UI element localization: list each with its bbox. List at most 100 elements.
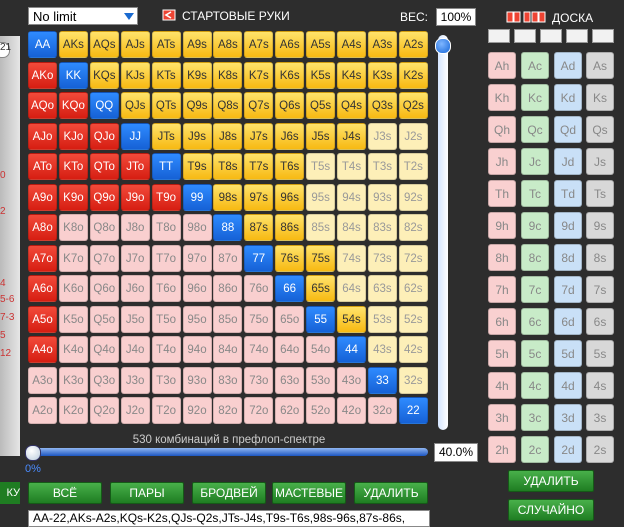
hand-cell[interactable]: Q2s: [398, 92, 428, 119]
hand-cell[interactable]: 65o: [275, 305, 305, 333]
board-card[interactable]: Ah: [488, 52, 516, 79]
hand-cell[interactable]: K9o: [58, 183, 88, 211]
hand-cell[interactable]: J5s: [306, 122, 336, 150]
hand-cell[interactable]: J9o: [120, 183, 150, 211]
hand-cell[interactable]: 64s: [337, 275, 366, 302]
hand-cell[interactable]: Q8s: [213, 92, 243, 119]
hand-cell[interactable]: 77: [244, 244, 274, 272]
board-card[interactable]: Tc: [521, 180, 549, 207]
hand-cell[interactable]: K3o: [58, 366, 88, 394]
hand-cell[interactable]: Q7o: [89, 244, 119, 272]
board-card[interactable]: Ks: [586, 84, 614, 111]
hand-cell[interactable]: 94s: [337, 183, 366, 211]
hand-cell[interactable]: KQs: [89, 61, 119, 89]
hand-cell[interactable]: TT: [151, 153, 181, 180]
hand-cell[interactable]: 43s: [367, 336, 397, 363]
hand-cell[interactable]: ATo: [28, 153, 57, 180]
board-card[interactable]: 7d: [554, 276, 582, 303]
board-card[interactable]: Ts: [586, 180, 614, 207]
board-card[interactable]: 3c: [521, 404, 549, 431]
hand-cell[interactable]: 63s: [367, 275, 397, 302]
hand-cell[interactable]: 52s: [398, 305, 428, 333]
hand-cell[interactable]: A6o: [28, 275, 57, 302]
board-card[interactable]: 6s: [586, 308, 614, 335]
hand-cell[interactable]: 84o: [213, 336, 243, 363]
hand-cell[interactable]: 87o: [213, 244, 243, 272]
hand-cell[interactable]: 97s: [244, 183, 274, 211]
hand-cell[interactable]: 32o: [367, 397, 397, 424]
hand-cell[interactable]: AJo: [28, 122, 57, 150]
board-card[interactable]: 6d: [554, 308, 582, 335]
hand-cell[interactable]: 82s: [398, 214, 428, 241]
hand-cell[interactable]: Q4s: [337, 92, 366, 119]
hand-cell[interactable]: KTo: [58, 153, 88, 180]
hand-cell[interactable]: K4s: [337, 61, 366, 89]
hand-cell[interactable]: QTs: [151, 92, 181, 119]
hand-cell[interactable]: 82o: [213, 397, 243, 424]
hand-cell[interactable]: Q6o: [89, 275, 119, 302]
hand-cell[interactable]: 95s: [306, 183, 336, 211]
board-card[interactable]: 3s: [586, 404, 614, 431]
board-card[interactable]: Td: [554, 180, 582, 207]
board-card[interactable]: 6c: [521, 308, 549, 335]
hand-cell[interactable]: JTo: [120, 153, 150, 180]
hand-cell[interactable]: 94o: [182, 336, 212, 363]
board-card[interactable]: 5d: [554, 340, 582, 367]
hand-cell[interactable]: K5s: [306, 61, 336, 89]
left-scroll-strip[interactable]: [0, 36, 20, 456]
board-card[interactable]: 8h: [488, 244, 516, 271]
board-card[interactable]: 2d: [554, 436, 582, 463]
board-random-button[interactable]: СЛУЧАЙНО: [508, 499, 594, 521]
hand-cell[interactable]: 99: [182, 183, 212, 211]
hand-cell[interactable]: QTo: [89, 153, 119, 180]
hand-cell[interactable]: 54s: [337, 305, 366, 333]
board-card[interactable]: 5s: [586, 340, 614, 367]
hand-cell[interactable]: 42s: [398, 336, 428, 363]
hand-cell[interactable]: A4s: [337, 31, 366, 58]
hand-cell[interactable]: JTs: [151, 122, 181, 150]
board-card[interactable]: 4s: [586, 372, 614, 399]
hand-cell[interactable]: Q2o: [89, 397, 119, 424]
hand-cell[interactable]: Q5s: [306, 92, 336, 119]
hand-cell[interactable]: Q3o: [89, 366, 119, 394]
hand-cell[interactable]: 65s: [306, 275, 336, 302]
hand-cell[interactable]: T7s: [244, 153, 274, 180]
hand-cell[interactable]: KTs: [151, 61, 181, 89]
board-card[interactable]: Ad: [554, 52, 582, 79]
hand-cell[interactable]: 76o: [244, 275, 274, 302]
board-card[interactable]: 3d: [554, 404, 582, 431]
hand-cell[interactable]: A4o: [28, 336, 57, 363]
hand-cell[interactable]: K3s: [367, 61, 397, 89]
board-card[interactable]: Jc: [521, 148, 549, 175]
board-card[interactable]: 7c: [521, 276, 549, 303]
hand-cell[interactable]: 33: [367, 366, 397, 394]
hand-cell[interactable]: A2o: [28, 397, 57, 424]
hand-cell[interactable]: Q4o: [89, 336, 119, 363]
hand-cell[interactable]: K2o: [58, 397, 88, 424]
hand-cell[interactable]: 72o: [244, 397, 274, 424]
hand-cell[interactable]: JJ: [120, 122, 150, 150]
hand-cell[interactable]: QJo: [89, 122, 119, 150]
hand-cell[interactable]: 85o: [213, 305, 243, 333]
hand-cell[interactable]: 64o: [275, 336, 305, 363]
weight-input[interactable]: 100%: [436, 8, 476, 26]
board-card[interactable]: Kc: [521, 84, 549, 111]
hand-cell[interactable]: A5s: [306, 31, 336, 58]
hand-cell[interactable]: T6o: [151, 275, 181, 302]
board-card[interactable]: Kd: [554, 84, 582, 111]
hand-cell[interactable]: 86o: [213, 275, 243, 302]
hand-cell[interactable]: 62s: [398, 275, 428, 302]
hand-cell[interactable]: AA: [28, 31, 57, 58]
hand-cell[interactable]: 92s: [398, 183, 428, 211]
hand-cell[interactable]: 32s: [398, 366, 428, 394]
hand-cell[interactable]: J2o: [120, 397, 150, 424]
range-percent-input[interactable]: 40.0%: [434, 443, 478, 462]
hand-cell[interactable]: T7o: [151, 244, 181, 272]
hand-cell[interactable]: 75s: [306, 244, 336, 272]
hand-cell[interactable]: A8s: [213, 31, 243, 58]
hand-cell[interactable]: 66: [275, 275, 305, 302]
board-card[interactable]: 9d: [554, 212, 582, 239]
hand-cell[interactable]: K8o: [58, 214, 88, 241]
hand-cell[interactable]: J4s: [337, 122, 366, 150]
hand-cell[interactable]: 54o: [306, 336, 336, 363]
